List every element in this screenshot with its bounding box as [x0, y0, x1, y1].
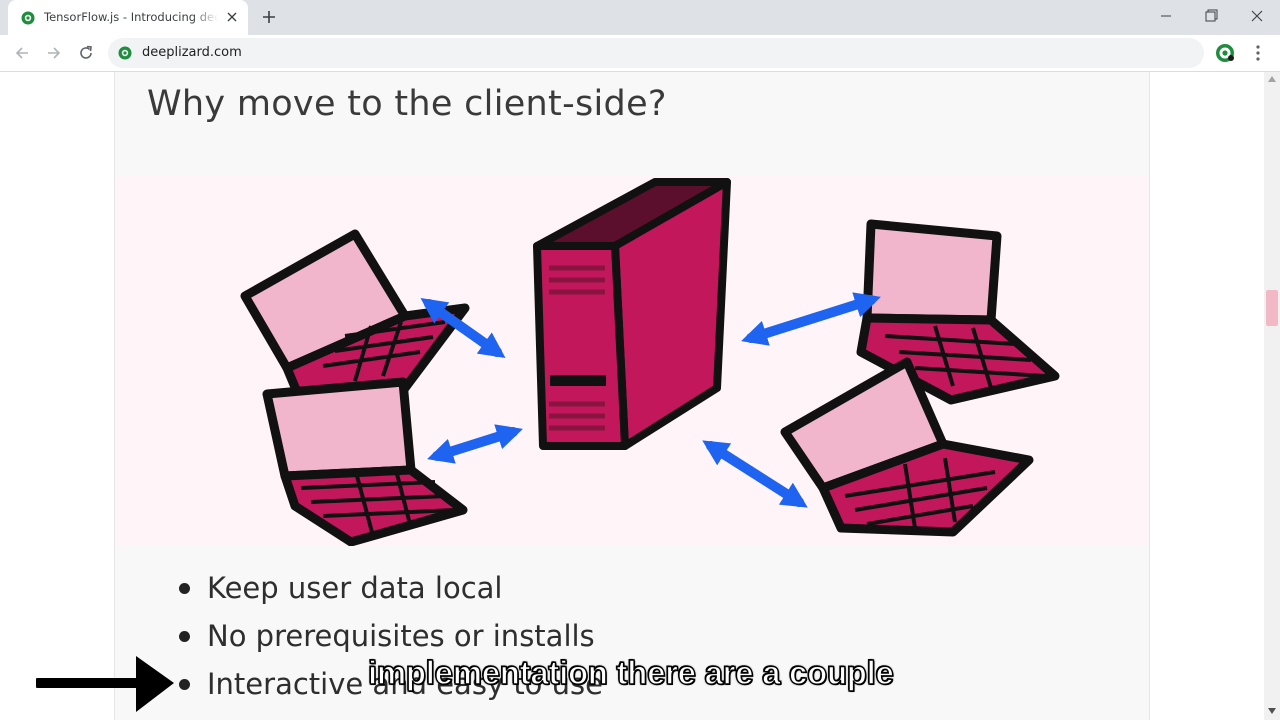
tab-strip: TensorFlow.js - Introducing deep: [0, 0, 1280, 35]
client-server-illustration: [115, 176, 1149, 546]
site-info-icon[interactable]: [118, 46, 132, 60]
bullet-text: No prerequisites or installs: [207, 619, 595, 653]
tab-title: TensorFlow.js - Introducing deep: [44, 10, 218, 24]
bullet-text: Keep user data local: [207, 571, 503, 605]
list-item: No prerequisites or installs: [175, 612, 603, 660]
deeplizard-favicon-icon: [21, 11, 35, 25]
pointer-arrow-icon: [36, 656, 174, 712]
presentation-slide: Why move to the client-side? Keep user d…: [114, 72, 1150, 720]
browser-tab-active[interactable]: TensorFlow.js - Introducing deep: [8, 0, 248, 35]
close-icon[interactable]: [225, 10, 239, 24]
list-item: Keep user data local: [175, 564, 603, 612]
window-close-icon[interactable]: [1245, 6, 1269, 26]
kebab-menu-icon[interactable]: [1248, 43, 1268, 63]
minimize-icon[interactable]: [1154, 6, 1178, 26]
vertical-scrollbar[interactable]: [1264, 72, 1280, 720]
bullet-icon: [179, 679, 190, 690]
forward-arrow-icon[interactable]: [44, 43, 64, 63]
deeplizard-extension-icon[interactable]: [1215, 43, 1235, 63]
restore-icon[interactable]: [1199, 6, 1223, 26]
url-text[interactable]: deeplizard.com: [142, 45, 242, 60]
page-viewport: Why move to the client-side? Keep user d…: [0, 72, 1264, 720]
address-bar[interactable]: deeplizard.com: [108, 38, 1204, 68]
scroll-thumb[interactable]: [1266, 290, 1278, 326]
reload-icon[interactable]: [76, 43, 96, 63]
slide-title: Why move to the client-side?: [147, 84, 667, 124]
scroll-down-icon[interactable]: [1268, 708, 1276, 714]
bullet-icon: [179, 631, 190, 642]
plus-icon[interactable]: [260, 8, 278, 26]
video-caption: implementation there are a couple: [367, 653, 894, 691]
scroll-up-icon[interactable]: [1268, 76, 1276, 82]
back-arrow-icon[interactable]: [12, 43, 32, 63]
bullet-icon: [179, 583, 190, 594]
browser-toolbar: deeplizard.com: [0, 35, 1280, 72]
